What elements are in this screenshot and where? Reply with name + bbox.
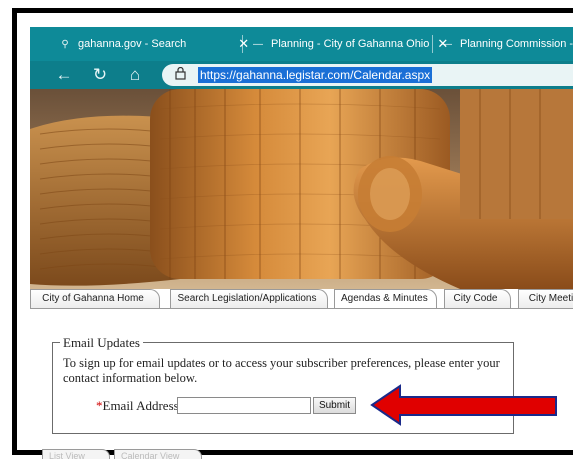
back-arrow-icon[interactable]: ← [54,64,74,86]
submit-button[interactable]: Submit [313,397,356,414]
tab-city-meetings[interactable]: City Meeti [518,289,573,308]
tab-title: gahanna.gov - Search [78,38,187,50]
browser-tab-planning-commission[interactable]: — Planning Commission - City [440,27,573,61]
lock-icon [174,66,187,82]
browser-tab-search[interactable]: ⚲ gahanna.gov - Search ✕ [58,27,249,61]
tab-title: Planning Commission - City [460,38,573,50]
page-icon: — [253,38,263,50]
tab-search-legislation[interactable]: Search Legislation/Applications [170,289,328,308]
bottom-view-tabs: List View Calendar View [42,449,242,459]
tab-city-home[interactable]: City of Gahanna Home [30,289,160,308]
tab-agendas-minutes[interactable]: Agendas & Minutes [334,289,437,308]
url-field[interactable]: https://gahanna.legistar.com/Calendar.as… [162,64,573,86]
gavel-illustration [30,89,573,289]
refresh-icon[interactable]: ↻ [90,64,110,86]
site-nav-tabs: City of Gahanna Home Search Legislation/… [30,289,573,309]
email-updates-intro: To sign up for email updates or to acces… [63,356,500,385]
address-bar-row: ← ↻ ⌂ https://gahanna.legistar.com/Calen… [30,61,573,89]
home-icon[interactable]: ⌂ [125,64,145,86]
email-label-text: Email Address [102,398,179,413]
url-text[interactable]: https://gahanna.legistar.com/Calendar.as… [198,67,433,83]
tab-title: Planning - City of Gahanna Ohio [271,38,430,50]
email-updates-legend: Email Updates [60,335,143,351]
red-arrow-annotation [370,384,557,426]
tab-list-view[interactable]: List View [42,449,110,459]
page-icon: — [442,38,452,50]
gavel-banner-image [30,89,573,289]
email-field[interactable] [177,397,311,414]
tab-calendar-view[interactable]: Calendar View [114,449,202,459]
browser-tab-planning[interactable]: — Planning - City of Gahanna Ohio ✕ [251,27,448,61]
tab-city-code[interactable]: City Code [444,289,511,308]
browser-tab-bar: ⚲ gahanna.gov - Search ✕ — Planning - Ci… [30,27,573,61]
search-icon: ⚲ [61,38,69,50]
email-address-label: *Email Address [96,398,179,414]
tab-separator [432,35,433,53]
tab-separator [242,35,243,53]
close-icon[interactable]: ✕ [238,36,249,52]
